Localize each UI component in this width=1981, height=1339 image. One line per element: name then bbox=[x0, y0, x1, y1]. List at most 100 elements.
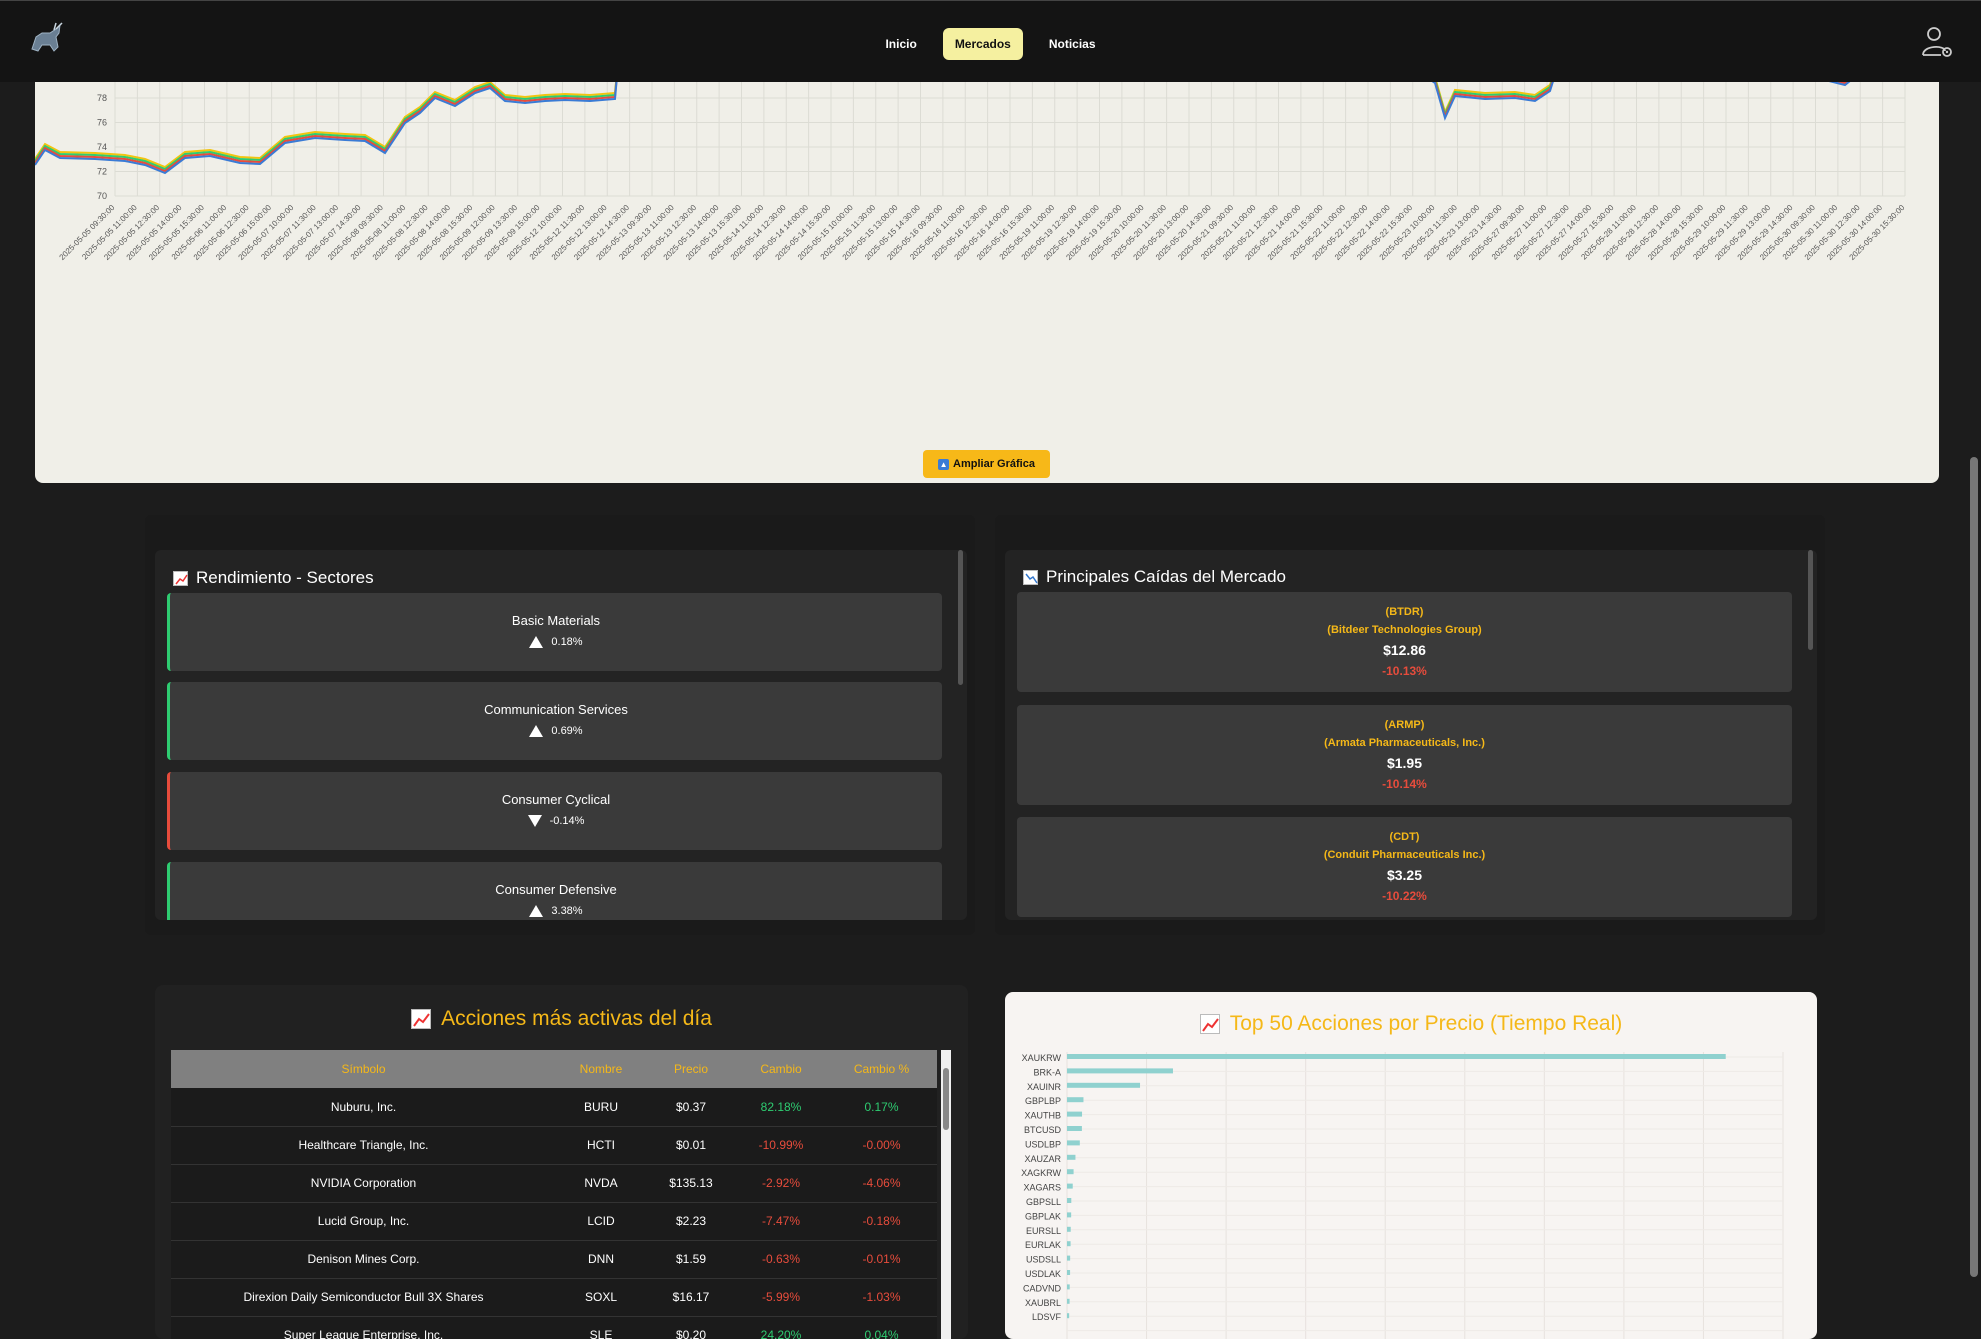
category-label: BTCUSD bbox=[1024, 1125, 1062, 1135]
category-label: USDLBP bbox=[1025, 1139, 1061, 1149]
category-label: XAGKRW bbox=[1021, 1168, 1061, 1178]
loser-item[interactable]: (CDT) (Conduit Pharmaceuticals Inc.) $3.… bbox=[1017, 817, 1792, 917]
cell-price: $16.17 bbox=[646, 1278, 736, 1317]
line-chart-svg: 70727476782025-05-05 09:30:002025-05-05 … bbox=[35, 40, 1907, 262]
bar bbox=[1067, 1212, 1072, 1218]
top50-chart-panel: Top 50 Acciones por Precio (Tiempo Real)… bbox=[1005, 992, 1817, 1339]
sectors-card: Rendimiento - Sectores Basic Materials 0… bbox=[155, 550, 967, 920]
user-settings-icon[interactable] bbox=[1921, 25, 1955, 59]
loser-price: $3.25 bbox=[1386, 867, 1423, 883]
arrow-up-icon bbox=[529, 636, 544, 648]
cell-company: Nuburu, Inc. bbox=[171, 1088, 556, 1127]
loser-name: (Bitdeer Technologies Group) bbox=[1327, 624, 1482, 636]
cell-company: Denison Mines Corp. bbox=[171, 1240, 556, 1279]
sectors-section: Rendimiento - Sectores Basic Materials 0… bbox=[145, 515, 975, 935]
y-tick-label: 74 bbox=[97, 142, 107, 152]
loser-price: $12.86 bbox=[1383, 642, 1426, 658]
cell-change-pct: -1.03% bbox=[826, 1278, 937, 1317]
page-scrollbar[interactable] bbox=[1967, 82, 1981, 1339]
cell-change-pct: -0.00% bbox=[826, 1126, 937, 1165]
col-change[interactable]: Cambio bbox=[736, 1050, 826, 1088]
bar bbox=[1067, 1054, 1726, 1059]
sector-change: -0.14% bbox=[549, 815, 585, 827]
bar bbox=[1067, 1140, 1080, 1146]
chart-down-icon bbox=[1023, 569, 1038, 585]
category-label: LDSVF bbox=[1032, 1312, 1062, 1322]
table-row[interactable]: Denison Mines Corp. DNN $1.59 -0.63% -0.01% bbox=[171, 1240, 937, 1279]
bar bbox=[1067, 1169, 1074, 1175]
cell-change: -0.63% bbox=[736, 1240, 826, 1279]
category-label: XAUTHB bbox=[1024, 1111, 1061, 1121]
table-row[interactable]: Direxion Daily Semiconductor Bull 3X Sha… bbox=[171, 1278, 937, 1317]
category-label: XAUBRL bbox=[1025, 1298, 1061, 1308]
table-header-row: Símbolo Nombre Precio Cambio Cambio % bbox=[171, 1050, 937, 1088]
loser-item[interactable]: (ARMP) (Armata Pharmaceuticals, Inc.) $1… bbox=[1017, 705, 1792, 805]
chart-up-icon bbox=[411, 1009, 432, 1029]
category-label: GBPLAK bbox=[1025, 1211, 1061, 1221]
sectors-scrollbar[interactable] bbox=[958, 550, 963, 685]
col-change-pct[interactable]: Cambio % bbox=[826, 1050, 937, 1088]
loser-pct: -10.14% bbox=[1382, 777, 1427, 791]
table-row[interactable]: NVIDIA Corporation NVDA $135.13 -2.92% -4.06… bbox=[171, 1164, 937, 1203]
loser-pct: -10.13% bbox=[1382, 664, 1427, 678]
loser-symbol: (CDT) bbox=[1389, 831, 1420, 843]
table-scrollbar[interactable] bbox=[941, 1050, 951, 1339]
bar bbox=[1067, 1298, 1070, 1304]
y-tick-label: 78 bbox=[97, 93, 107, 103]
bar bbox=[1067, 1082, 1141, 1088]
bar bbox=[1067, 1097, 1084, 1103]
col-name[interactable]: Nombre bbox=[556, 1050, 646, 1088]
cell-price: $0.37 bbox=[646, 1088, 736, 1127]
cell-price: $1.59 bbox=[646, 1240, 736, 1279]
cell-ticker: DNN bbox=[556, 1240, 646, 1279]
nav-mercados[interactable]: Mercados bbox=[942, 28, 1023, 60]
col-symbol[interactable]: Símbolo bbox=[171, 1050, 556, 1088]
table-row[interactable]: Healthcare Triangle, Inc. HCTI $0.01 -10.99… bbox=[171, 1126, 937, 1165]
category-label: GBPLBP bbox=[1025, 1096, 1061, 1106]
losers-card: Principales Caídas del Mercado (BTDR) (B… bbox=[1005, 550, 1817, 920]
loser-name: (Armata Pharmaceuticals, Inc.) bbox=[1324, 737, 1485, 749]
table-scroll-thumb[interactable] bbox=[943, 1068, 949, 1130]
category-label: XAGARS bbox=[1023, 1183, 1061, 1193]
category-label: USDLAK bbox=[1025, 1269, 1061, 1279]
losers-title: Principales Caídas del Mercado bbox=[1023, 567, 1286, 587]
sector-item[interactable]: Consumer Defensive 3.38% bbox=[167, 862, 942, 920]
category-label: XAUKRW bbox=[1022, 1053, 1062, 1063]
cell-price: $2.23 bbox=[646, 1202, 736, 1241]
expand-icon: ▲ bbox=[938, 458, 950, 470]
table-row[interactable]: Lucid Group, Inc. LCID $2.23 -7.47% -0.18% bbox=[171, 1202, 937, 1241]
sector-name: Basic Materials bbox=[511, 613, 601, 628]
cell-change: 24.20% bbox=[736, 1316, 826, 1339]
sectors-title-text: Rendimiento - Sectores bbox=[196, 568, 374, 587]
cell-change: -10.99% bbox=[736, 1126, 826, 1165]
col-price[interactable]: Precio bbox=[646, 1050, 736, 1088]
losers-scrollbar[interactable] bbox=[1808, 550, 1813, 650]
sector-item[interactable]: Communication Services 0.69% bbox=[167, 682, 942, 760]
losers-title-text: Principales Caídas del Mercado bbox=[1046, 567, 1287, 586]
active-stocks-panel: Acciones más activas del día Símbolo Nom… bbox=[155, 985, 968, 1339]
sector-item[interactable]: Consumer Cyclical -0.14% bbox=[167, 772, 942, 850]
cell-change-pct: -0.01% bbox=[826, 1240, 937, 1279]
table-row[interactable]: Super League Enterprise, Inc. SLE $0.20 24.… bbox=[171, 1316, 937, 1339]
cell-ticker: SLE bbox=[556, 1316, 646, 1339]
active-title: Acciones más activas del día bbox=[155, 1007, 968, 1031]
bar bbox=[1067, 1284, 1070, 1290]
loser-price: $1.95 bbox=[1386, 755, 1423, 771]
loser-symbol: (BTDR) bbox=[1385, 606, 1424, 618]
cell-company: Healthcare Triangle, Inc. bbox=[171, 1126, 556, 1165]
cell-change: -5.99% bbox=[736, 1278, 826, 1317]
table-row[interactable]: Nuburu, Inc. BURU $0.37 82.18% 0.17% bbox=[171, 1088, 937, 1127]
sector-item[interactable]: Basic Materials 0.18% bbox=[167, 593, 942, 671]
page-scroll-thumb[interactable] bbox=[1970, 457, 1978, 1277]
cell-price: $0.20 bbox=[646, 1316, 736, 1339]
nav-inicio[interactable]: Inicio bbox=[873, 28, 928, 60]
price-line-chart: 70 72 74 76 78 2025-05-05 09:30:00 2025-05-05 … bbox=[35, 40, 1939, 483]
loser-item[interactable]: (BTDR) (Bitdeer Technologies Group) $12.… bbox=[1017, 592, 1792, 692]
sector-change-row: -0.14% bbox=[170, 815, 942, 827]
active-title-text: Acciones más activas del día bbox=[441, 1007, 712, 1030]
expand-chart-button[interactable]: ▲ Ampliar Gráfica bbox=[923, 450, 1050, 478]
category-label: USDSLL bbox=[1026, 1255, 1061, 1265]
nav-noticias[interactable]: Noticias bbox=[1037, 28, 1108, 60]
bar bbox=[1067, 1183, 1073, 1189]
y-tick-label: 76 bbox=[97, 118, 107, 128]
